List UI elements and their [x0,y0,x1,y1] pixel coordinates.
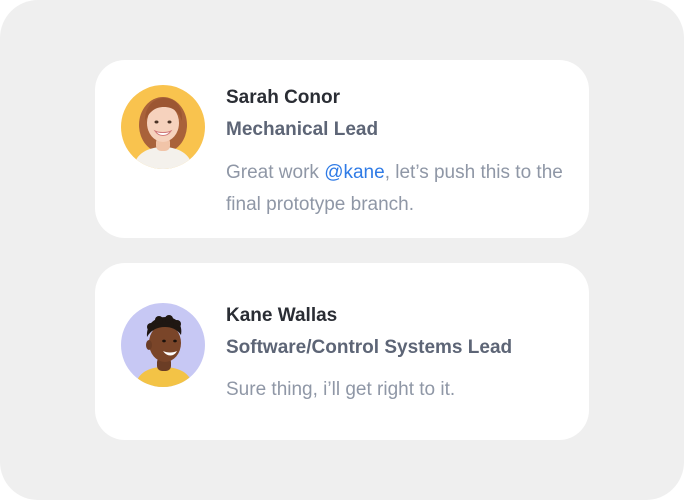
comment-message: Great work @kane, let’s push this to the… [226,157,569,221]
portrait-woman-icon [121,85,205,169]
author-name: Kane Wallas [226,305,338,326]
avatar[interactable] [121,85,205,169]
comment-card: Kane Wallas Software/Control Systems Lea… [95,263,589,440]
author-role: Mechanical Lead [226,119,379,140]
message-text: Great work [226,162,325,183]
comment-body: Sarah Conor Mechanical Lead Great work @… [226,86,569,221]
comment-body: Kane Wallas Software/Control Systems Lea… [226,304,569,406]
author-name: Sarah Conor [226,87,341,108]
comments-panel: Sarah Conor Mechanical Lead Great work @… [0,0,684,500]
comment-card: Sarah Conor Mechanical Lead Great work @… [95,60,589,238]
mention-link[interactable]: @kane [324,162,385,183]
comment-message: Sure thing, i’ll get right to it. [226,379,456,400]
portrait-man-icon [121,303,205,387]
author-role: Software/Control Systems Lead [226,337,513,358]
avatar[interactable] [121,303,205,387]
